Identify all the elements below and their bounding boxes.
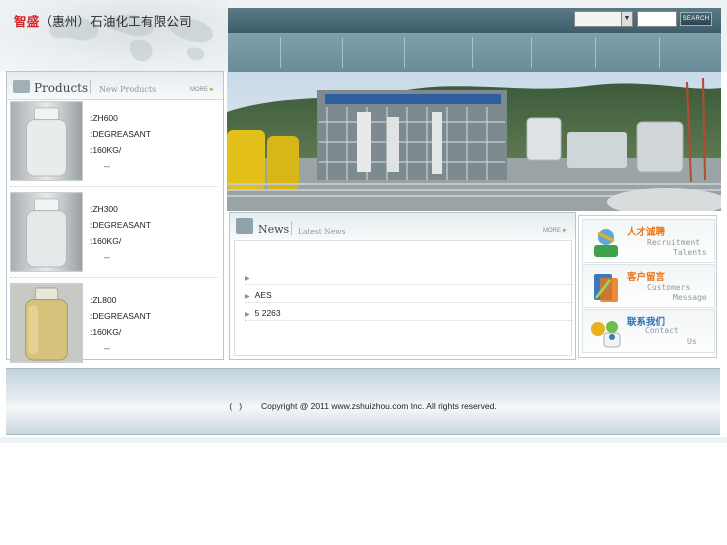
nav-separator — [472, 37, 473, 68]
header: 智盛（惠州）石油化工有限公司 ▼ SEARCH — [0, 0, 727, 72]
service-title-en: Us — [687, 337, 697, 346]
news-item-text[interactable]: AES — [255, 290, 272, 300]
product-item[interactable]: :ZH300 :DEGREASANT :160KG/ -- — [10, 192, 218, 274]
product-weight: :160KG/ — [90, 236, 122, 246]
copyright-text: ( ) Copyright @ 2011 www.zshuizhou.com I… — [229, 401, 497, 411]
products-subtitle: New Products — [99, 85, 157, 94]
services-panel: 人才诚聘 Recruitment Talents 客户留言 Customers … — [578, 215, 717, 358]
product-image[interactable] — [10, 192, 83, 272]
divider — [10, 186, 218, 187]
nav-separator — [595, 37, 596, 68]
nav-separator — [280, 37, 281, 68]
service-title-cn: 客户留言 — [627, 272, 666, 283]
service-title-en: Customers — [647, 283, 691, 292]
news-header: News Latest News MORE — [230, 213, 575, 239]
refinery-photo — [227, 72, 721, 211]
footer: ( ) Copyright @ 2011 www.zshuizhou.com I… — [6, 368, 720, 435]
product-item[interactable]: :ZH600 :DEGREASANT :160KG/ -- — [10, 101, 218, 183]
logo-area: 智盛（惠州）石油化工有限公司 — [0, 0, 228, 72]
news-more-link[interactable]: MORE — [543, 228, 568, 234]
service-recruitment[interactable]: 人才诚聘 Recruitment Talents — [582, 219, 715, 263]
products-title: Products — [34, 81, 89, 95]
recruitment-icon — [594, 229, 618, 257]
triangle-bullet-icon: ▶ — [245, 276, 250, 282]
service-title-cn: 人才诚聘 — [627, 227, 666, 238]
search-input[interactable] — [637, 11, 677, 27]
news-item[interactable]: ▶ AES — [245, 287, 573, 303]
banner-image — [227, 72, 721, 211]
news-list: ▶ ▶ AES ▶ 5 2263 — [234, 240, 573, 356]
nav-separator — [342, 37, 343, 68]
product-type: :DEGREASANT — [90, 220, 151, 230]
service-title-en: Talents — [673, 248, 707, 257]
product-type: :DEGREASANT — [90, 311, 151, 321]
product-name[interactable]: :ZH300 — [90, 204, 118, 214]
footer-underline — [0, 437, 727, 443]
news-icon — [236, 218, 253, 234]
company-name[interactable]: 智盛（惠州）石油化工有限公司 — [14, 11, 192, 30]
product-item[interactable]: :ZL800 :DEGREASANT :160KG/ -- — [10, 283, 218, 365]
products-icon — [13, 80, 30, 93]
news-item-text[interactable]: 5 2263 — [255, 308, 281, 318]
product-extra: -- — [104, 161, 110, 171]
divider — [90, 80, 91, 94]
triangle-bullet-icon: ▶ — [245, 312, 250, 318]
search-category-select[interactable]: ▼ — [574, 11, 633, 27]
product-image[interactable] — [10, 283, 83, 363]
product-weight: :160KG/ — [90, 145, 122, 155]
divider — [291, 221, 292, 235]
service-title-en: Message — [673, 293, 707, 302]
nav-separator — [404, 37, 405, 68]
news-item[interactable]: ▶ 5 2263 — [245, 305, 573, 321]
products-panel: Products New Products MORE :ZH600 :DEGRE… — [6, 71, 224, 363]
products-header: Products New Products MORE — [7, 72, 223, 100]
service-title-en: Recruitment — [647, 238, 700, 247]
news-subtitle: Latest News — [298, 227, 346, 236]
product-extra: -- — [104, 343, 110, 353]
triangle-bullet-icon: ▶ — [245, 294, 250, 300]
product-type: :DEGREASANT — [90, 129, 151, 139]
message-icon — [594, 274, 618, 302]
product-image[interactable] — [10, 101, 83, 181]
divider — [10, 277, 218, 278]
product-name[interactable]: :ZL800 — [90, 295, 116, 305]
service-message[interactable]: 客户留言 Customers Message — [582, 264, 715, 308]
nav-separator — [659, 37, 660, 68]
company-name-rest: （惠州）石油化工有限公司 — [39, 14, 192, 29]
dropdown-arrow-icon[interactable]: ▼ — [621, 12, 632, 26]
product-extra: -- — [104, 252, 110, 262]
search-button[interactable]: SEARCH — [680, 12, 712, 26]
nav-separator — [531, 37, 532, 68]
product-weight: :160KG/ — [90, 327, 122, 337]
contact-icon — [591, 321, 621, 348]
service-contact[interactable]: 联系我们 Contact Us — [582, 309, 715, 353]
products-more-link[interactable]: MORE — [190, 87, 215, 93]
service-title-en: Contact — [645, 326, 679, 335]
nav-strip — [228, 33, 721, 72]
news-panel: News Latest News MORE ▶ ▶ AES ▶ 5 2263 — [229, 212, 576, 360]
news-title: News — [258, 223, 290, 236]
product-name[interactable]: :ZH600 — [90, 113, 118, 123]
company-name-accent: 智盛 — [14, 14, 40, 29]
news-item[interactable]: ▶ — [245, 269, 573, 285]
